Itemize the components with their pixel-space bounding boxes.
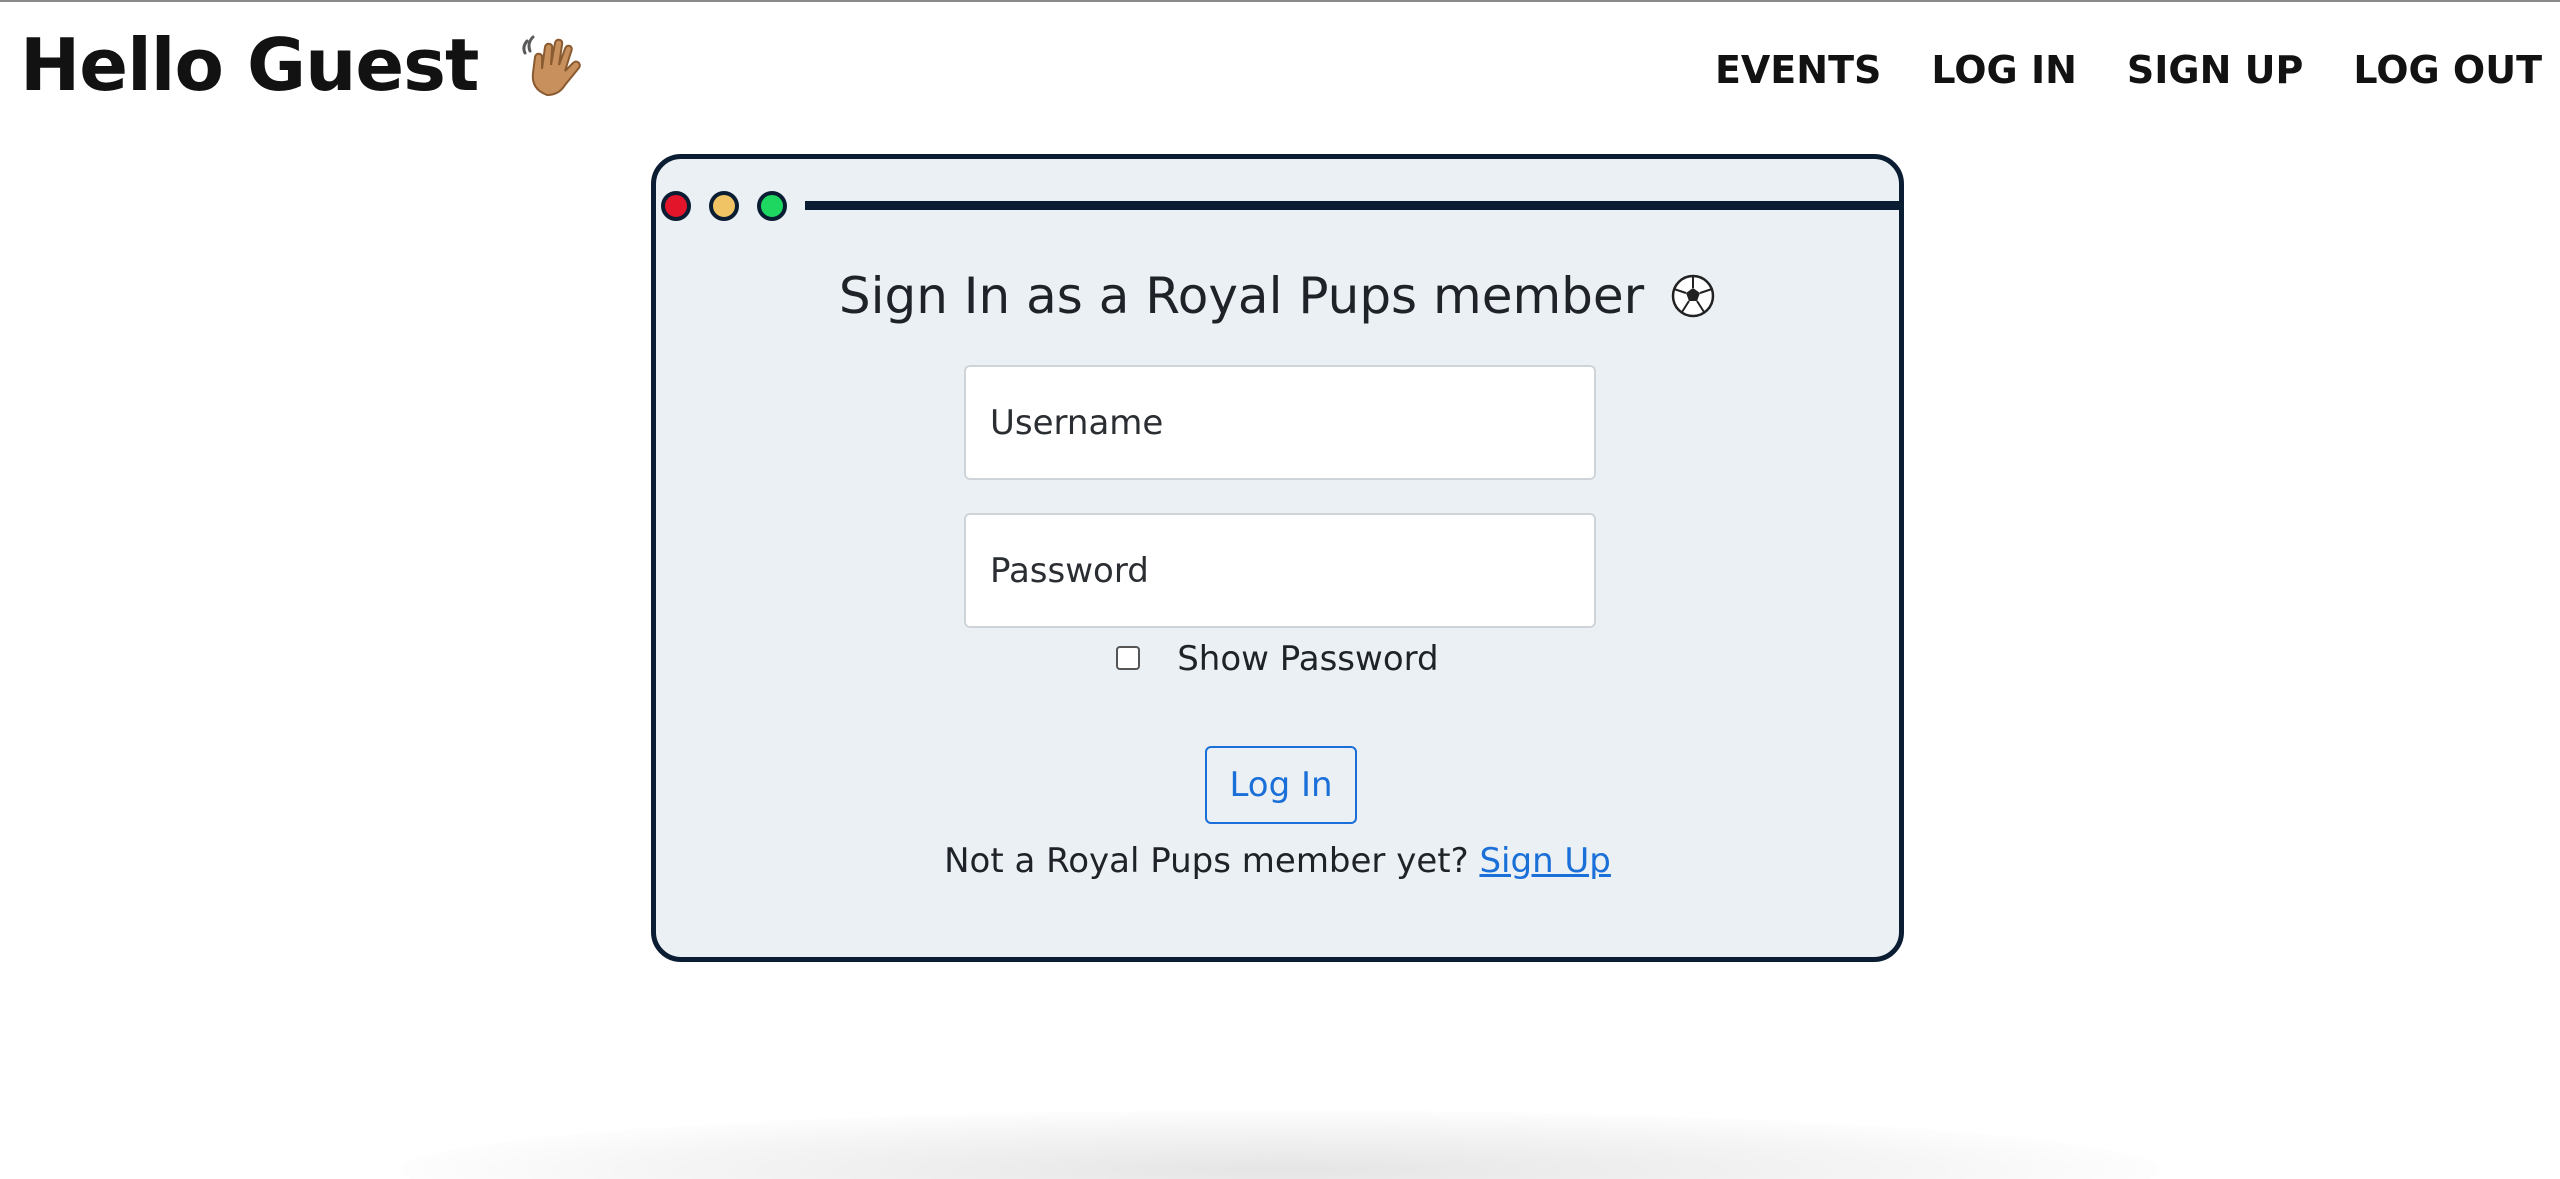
window-maximize-dot: [757, 191, 787, 221]
bottom-shadow: [400, 1110, 2160, 1179]
nav-events-link[interactable]: EVENTS: [1715, 48, 1881, 92]
show-password-checkbox[interactable]: [1116, 645, 1141, 670]
form-title: Sign In as a Royal Pups member: [656, 267, 1899, 325]
login-window: Sign In as a Royal Pups member Show Pass…: [651, 154, 1904, 962]
signup-prompt-row: Not a Royal Pups member yet? Sign Up: [656, 841, 1899, 881]
login-button[interactable]: Log In: [1205, 746, 1357, 824]
signup-prompt-text: Not a Royal Pups member yet?: [944, 841, 1469, 881]
nav-signup-link[interactable]: SIGN UP: [2127, 48, 2303, 92]
show-password-label: Show Password: [1177, 639, 1439, 679]
form-title-text: Sign In as a Royal Pups member: [838, 267, 1645, 325]
waving-hand-icon: [521, 35, 581, 97]
nav-login-link[interactable]: LOG IN: [1931, 48, 2077, 92]
username-input[interactable]: [964, 365, 1596, 480]
window-close-dot: [661, 191, 691, 221]
soccer-ball-icon: [1671, 274, 1715, 317]
window-title-bar: [805, 201, 1899, 210]
signup-link[interactable]: Sign Up: [1479, 841, 1610, 881]
site-header: Hello Guest EVENTS LOG IN SIGN UP LOG OU…: [0, 2, 2560, 122]
password-input[interactable]: [964, 513, 1596, 628]
main-nav: EVENTS LOG IN SIGN UP LOG OUT: [1715, 48, 2542, 92]
greeting-text: Hello Guest: [20, 23, 479, 107]
nav-logout-link[interactable]: LOG OUT: [2353, 48, 2542, 92]
show-password-row: Show Password: [656, 639, 1899, 679]
page-greeting: Hello Guest: [20, 20, 589, 110]
window-minimize-dot: [709, 191, 739, 221]
